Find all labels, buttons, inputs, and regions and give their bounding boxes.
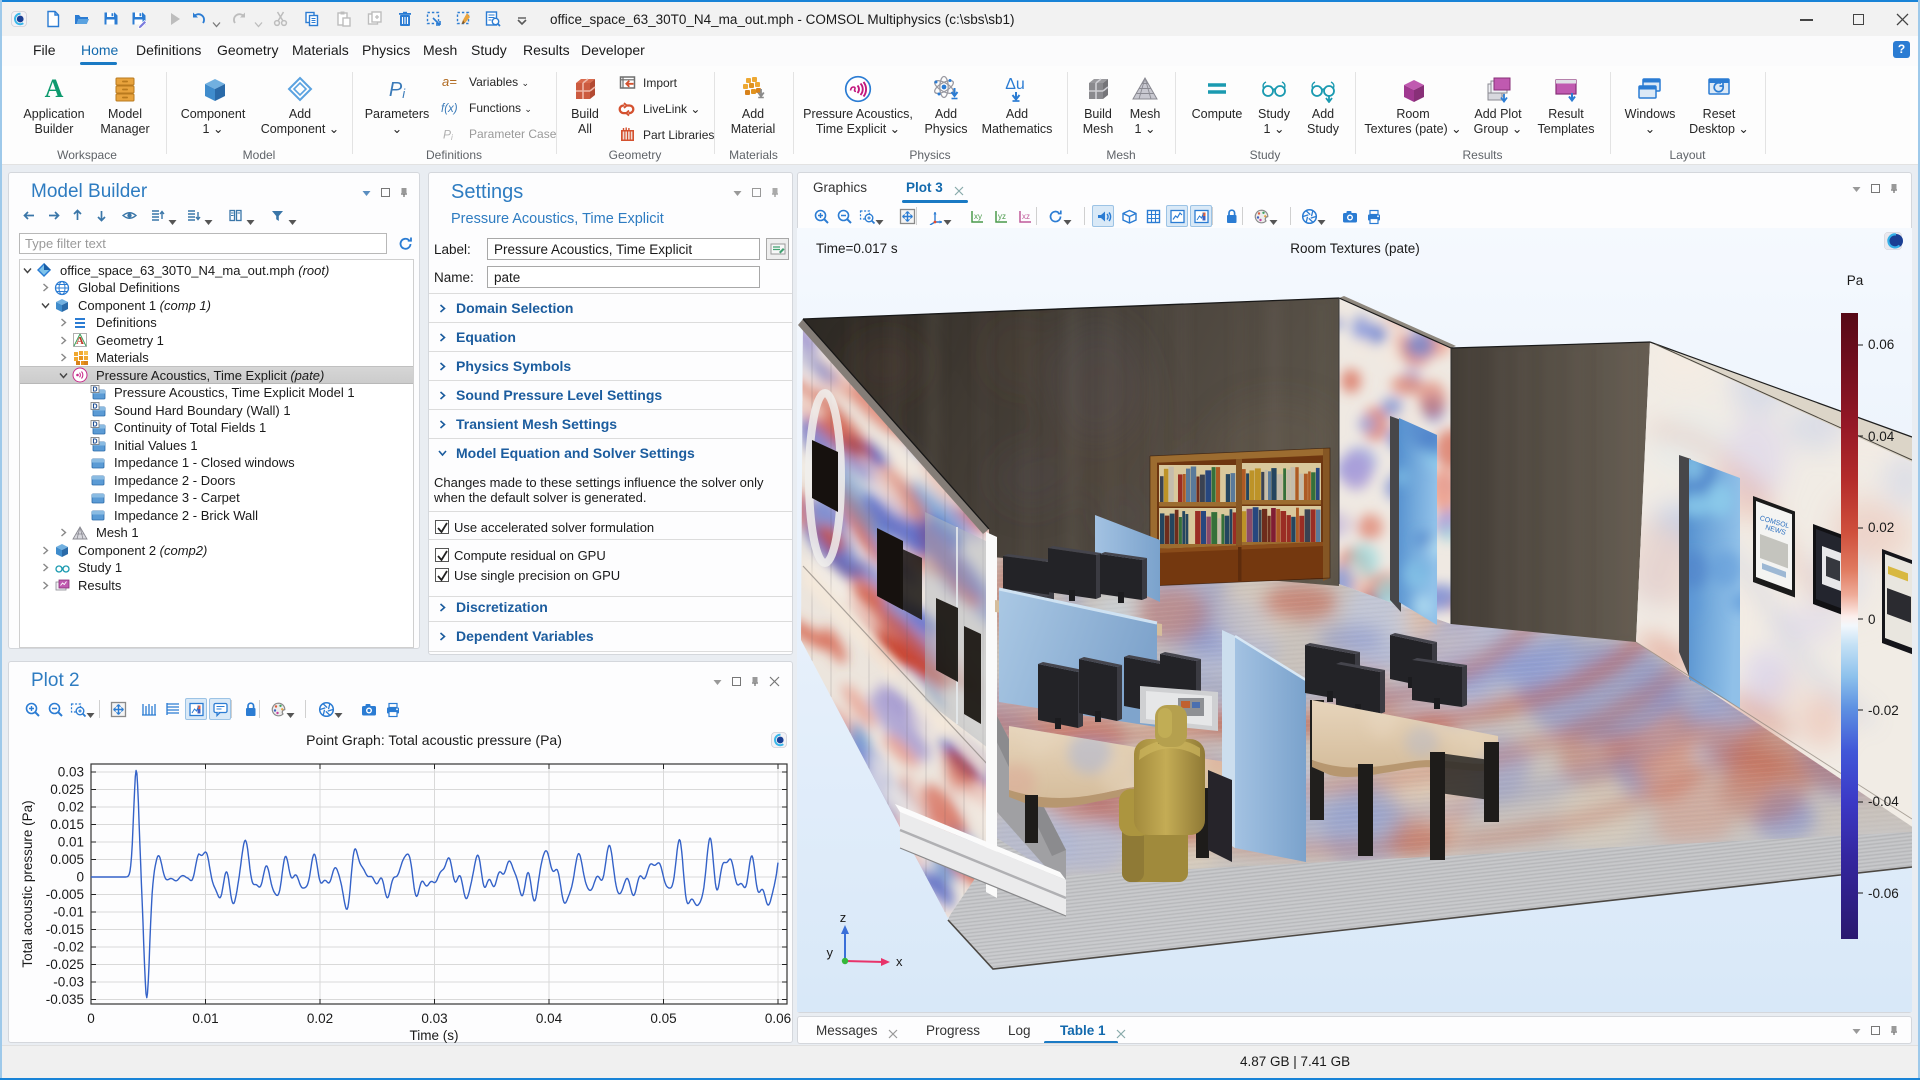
svg-text:Pi: Pi (443, 128, 453, 143)
svg-text:0: 0 (87, 1011, 95, 1026)
svg-text:0.04: 0.04 (536, 1011, 563, 1026)
svg-text:0.015: 0.015 (50, 817, 84, 832)
svg-text:A: A (76, 335, 84, 347)
svg-text:0.025: 0.025 (50, 782, 84, 797)
svg-text:yz: yz (998, 212, 1006, 221)
svg-text:f(x): f(x) (441, 103, 458, 115)
svg-text:0.06: 0.06 (1868, 337, 1894, 352)
svg-text:-0.02: -0.02 (1868, 703, 1899, 718)
svg-text:x: x (896, 954, 903, 969)
svg-text:-0.035: -0.035 (46, 992, 84, 1007)
svg-text:0.02: 0.02 (307, 1011, 333, 1026)
svg-text:-0.025: -0.025 (46, 957, 84, 972)
svg-text:-0.005: -0.005 (46, 887, 84, 902)
svg-text:-0.06: -0.06 (1868, 886, 1899, 901)
svg-text:0.05: 0.05 (650, 1011, 676, 1026)
svg-text:D: D (92, 404, 97, 411)
svg-text:y: y (827, 945, 834, 960)
svg-text:xz: xz (1022, 212, 1030, 221)
svg-text:Pa: Pa (1847, 273, 1864, 288)
svg-text:Time=0.017 s: Time=0.017 s (816, 241, 898, 256)
svg-text:-0.01: -0.01 (53, 905, 84, 920)
svg-text:D: D (92, 421, 97, 428)
svg-text:0.02: 0.02 (58, 800, 84, 815)
svg-text:0.03: 0.03 (421, 1011, 447, 1026)
svg-text:0.01: 0.01 (192, 1011, 218, 1026)
svg-text:0.01: 0.01 (58, 835, 84, 850)
svg-text:0.06: 0.06 (765, 1011, 791, 1026)
svg-text:Time (s): Time (s) (410, 1028, 459, 1043)
svg-text:-0.03: -0.03 (53, 975, 84, 990)
svg-text:D: D (92, 439, 97, 446)
svg-text:Room Textures (pate): Room Textures (pate) (1290, 241, 1420, 256)
svg-text:0: 0 (76, 870, 84, 885)
svg-text:0: 0 (1868, 612, 1876, 627)
svg-text:z: z (840, 910, 847, 925)
svg-text:Point Graph: Total acoustic pr: Point Graph: Total acoustic pressure (Pa… (306, 732, 562, 748)
svg-text:-0.015: -0.015 (46, 922, 84, 937)
svg-text:Total acoustic pressure (Pa): Total acoustic pressure (Pa) (20, 800, 35, 967)
svg-text:a=: a= (442, 74, 457, 89)
svg-text:Pi: Pi (389, 79, 406, 101)
svg-text:0.04: 0.04 (1868, 429, 1895, 444)
svg-text:A: A (45, 75, 64, 103)
svg-text:-0.02: -0.02 (53, 940, 84, 955)
svg-text:D: D (92, 386, 97, 393)
svg-text:xy: xy (974, 212, 982, 221)
svg-text:-0.04: -0.04 (1868, 794, 1899, 809)
svg-text:0.02: 0.02 (1868, 520, 1894, 535)
svg-text:0.03: 0.03 (58, 765, 84, 780)
svg-text:Δu: Δu (1005, 76, 1025, 93)
svg-text:0.005: 0.005 (50, 852, 84, 867)
